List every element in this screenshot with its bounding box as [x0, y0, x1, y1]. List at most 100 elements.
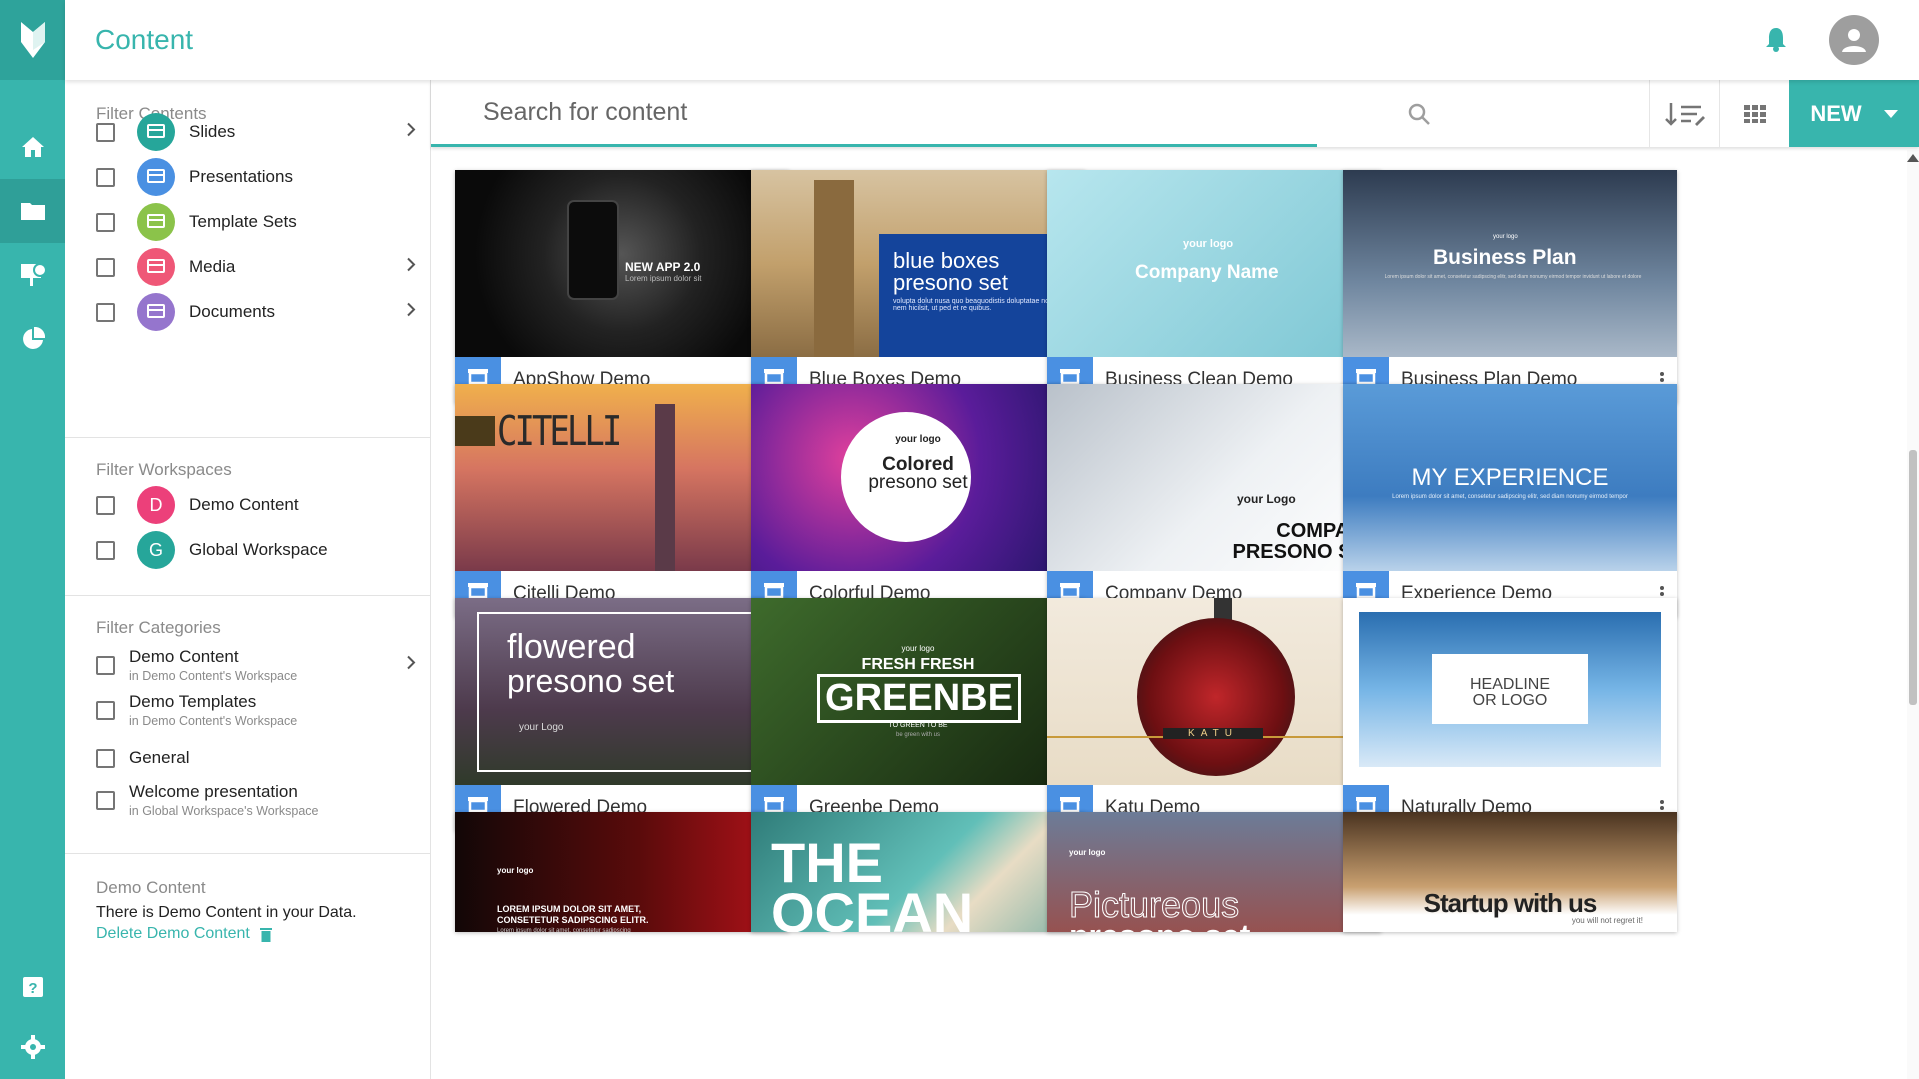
- sort-button[interactable]: [1649, 80, 1719, 147]
- filter-item-slides[interactable]: Slides: [96, 110, 416, 154]
- card-thumbnail[interactable]: CITELLI: [455, 384, 789, 571]
- grid-view-button[interactable]: [1719, 80, 1789, 147]
- workspace-item[interactable]: G Global Workspace: [96, 528, 416, 572]
- checkbox[interactable]: [96, 748, 115, 768]
- scrollbar[interactable]: [1907, 150, 1919, 1079]
- card-thumbnail[interactable]: your logo Colored presono set: [751, 384, 1085, 571]
- card-thumbnail[interactable]: your Logo COMPANY PRESONO SET: [1047, 384, 1381, 571]
- section-title: Filter Workspaces: [96, 460, 232, 479]
- card-thumbnail[interactable]: THE OCEAN: [751, 812, 1085, 932]
- content-card[interactable]: flowered presono set your Logo Flowered Dem…: [455, 598, 789, 831]
- card-thumbnail[interactable]: your logoPictureouspresono set: [1047, 812, 1381, 932]
- thumb-text: presono set: [893, 270, 1008, 295]
- search-input[interactable]: [483, 92, 1513, 132]
- thumb-text: NEW APP 2.0: [625, 260, 701, 274]
- checkbox[interactable]: [96, 540, 115, 560]
- content-card[interactable]: HEADLINE OR LOGO Naturally Demo: [1343, 598, 1677, 831]
- checkbox[interactable]: [96, 495, 115, 515]
- content-card[interactable]: your Logo COMPANY PRESONO SET Company Demo: [1047, 384, 1381, 617]
- nav-content[interactable]: [0, 179, 65, 243]
- filter-item-template-sets[interactable]: Template Sets: [96, 200, 416, 244]
- content-card[interactable]: your logo Colored presono set Colorful Demo: [751, 384, 1085, 617]
- card-thumbnail[interactable]: flowered presono set your Logo: [455, 598, 789, 785]
- filter-label: Media: [189, 257, 236, 276]
- content-card[interactable]: KATU Katu Demo: [1047, 598, 1381, 831]
- thumb-text: LOREM IPSUM DOLOR SIT AMET,: [497, 904, 642, 914]
- content-card[interactable]: MY EXPERIENCE Lorem ipsum dolor sit amet,…: [1343, 384, 1677, 617]
- workspace-avatar: D: [137, 486, 175, 524]
- nav-home[interactable]: [0, 115, 65, 179]
- sort-icon: [1664, 102, 1705, 126]
- chevron-right-icon: [407, 122, 416, 137]
- filter-label: Slides: [189, 122, 236, 141]
- card-thumbnail[interactable]: your logo LOREM IPSUM DOLOR SIT AMET, CONS…: [455, 812, 789, 932]
- category-item[interactable]: Welcome presentation in Global Workspace'…: [96, 778, 416, 822]
- content-card[interactable]: blue boxes presono set volupta dolut nusa …: [751, 170, 1085, 403]
- expand-button[interactable]: [406, 302, 416, 323]
- workspace-letter: D: [149, 494, 163, 515]
- category-item[interactable]: General: [96, 736, 416, 780]
- content-card[interactable]: CITELLI Citelli Demo: [455, 384, 789, 617]
- content-card[interactable]: your logo LOREM IPSUM DOLOR SIT AMET, CONS…: [455, 812, 789, 932]
- content-card[interactable]: your logoPictureouspresono set: [1047, 812, 1381, 932]
- filter-item-documents[interactable]: Documents: [96, 290, 416, 334]
- content-card[interactable]: your logo Company Name Business Clean Demo: [1047, 170, 1381, 403]
- thumb-text: your logo: [895, 434, 941, 445]
- card-thumbnail[interactable]: your logo Business Plan Lorem ipsum dolor …: [1343, 170, 1677, 357]
- card-thumbnail[interactable]: MY EXPERIENCE Lorem ipsum dolor sit amet,…: [1343, 384, 1677, 571]
- card-thumbnail[interactable]: HEADLINE OR LOGO: [1343, 598, 1677, 785]
- content-card[interactable]: your logo FRESH FRESH GREENBE TO GREEN TO B…: [751, 598, 1085, 831]
- user-avatar[interactable]: [1829, 15, 1879, 65]
- logo-block: [455, 416, 495, 446]
- nav-help[interactable]: ?: [0, 955, 65, 1019]
- category-item[interactable]: Demo Templates in Demo Content's Workspac…: [96, 688, 416, 732]
- checkbox[interactable]: [96, 167, 115, 187]
- nav-analytics[interactable]: [0, 307, 65, 371]
- filter-item-media[interactable]: Media: [96, 245, 416, 289]
- section-title: Demo Content: [96, 878, 206, 897]
- new-button-label: NEW: [1810, 100, 1862, 126]
- card-thumbnail[interactable]: blue boxes presono set volupta dolut nusa …: [751, 170, 1085, 357]
- category-item[interactable]: Demo Content in Demo Content's Workspace: [96, 643, 416, 687]
- filter-contents-section: Filter Contents Slides Presentations Templ…: [65, 80, 431, 438]
- checkbox[interactable]: [96, 655, 115, 675]
- search-bar: NEW: [431, 80, 1919, 147]
- demo-content-text: There is Demo Content in your Data.: [96, 904, 357, 921]
- card-thumbnail[interactable]: your logo Company Name: [1047, 170, 1381, 357]
- checkbox[interactable]: [96, 790, 115, 810]
- delete-demo-link[interactable]: Delete Demo Content: [96, 925, 272, 943]
- filter-item-presentations[interactable]: Presentations: [96, 155, 416, 199]
- card-thumbnail[interactable]: NEW APP 2.0 Lorem ipsum dolor sit: [455, 170, 789, 357]
- thumb-text: GREENBE: [817, 674, 1021, 723]
- content-card[interactable]: NEW APP 2.0 Lorem ipsum dolor sit AppShow …: [455, 170, 789, 403]
- checkbox[interactable]: [96, 302, 115, 322]
- thumb-text: FRESH FRESH: [861, 656, 975, 673]
- notifications-button[interactable]: [1765, 26, 1787, 57]
- search-button[interactable]: [1389, 80, 1449, 147]
- media-icon: [137, 248, 175, 286]
- content-card[interactable]: your logo Business Plan Lorem ipsum dolor …: [1343, 170, 1677, 403]
- checkbox[interactable]: [96, 257, 115, 277]
- card-thumbnail[interactable]: KATU: [1047, 598, 1381, 785]
- content-card[interactable]: Startup with us you will not regret it!: [1343, 812, 1677, 932]
- app-logo[interactable]: [0, 0, 65, 80]
- expand-button[interactable]: [406, 655, 416, 676]
- workspace-item[interactable]: D Demo Content: [96, 483, 416, 527]
- scrollbar-thumb[interactable]: [1909, 450, 1917, 705]
- checkbox[interactable]: [96, 212, 115, 232]
- checkbox[interactable]: [96, 700, 115, 720]
- category-sub: in Global Workspace's Workspace: [129, 804, 319, 818]
- thumb-text: your logo: [901, 644, 935, 653]
- nav-settings[interactable]: [0, 1015, 65, 1079]
- thumb-text: Business Plan: [1433, 246, 1577, 269]
- expand-button[interactable]: [406, 122, 416, 143]
- card-thumbnail[interactable]: your logo FRESH FRESH GREENBE TO GREEN TO B…: [751, 598, 1085, 785]
- checkbox[interactable]: [96, 122, 115, 142]
- expand-button[interactable]: [406, 257, 416, 278]
- temple-graphic: [1137, 618, 1295, 776]
- nav-presentations[interactable]: [0, 243, 65, 307]
- thumb-text: presono set: [1069, 918, 1250, 932]
- content-card[interactable]: THE OCEAN: [751, 812, 1085, 932]
- new-button[interactable]: NEW: [1789, 80, 1919, 147]
- card-thumbnail[interactable]: Startup with us you will not regret it!: [1343, 812, 1677, 932]
